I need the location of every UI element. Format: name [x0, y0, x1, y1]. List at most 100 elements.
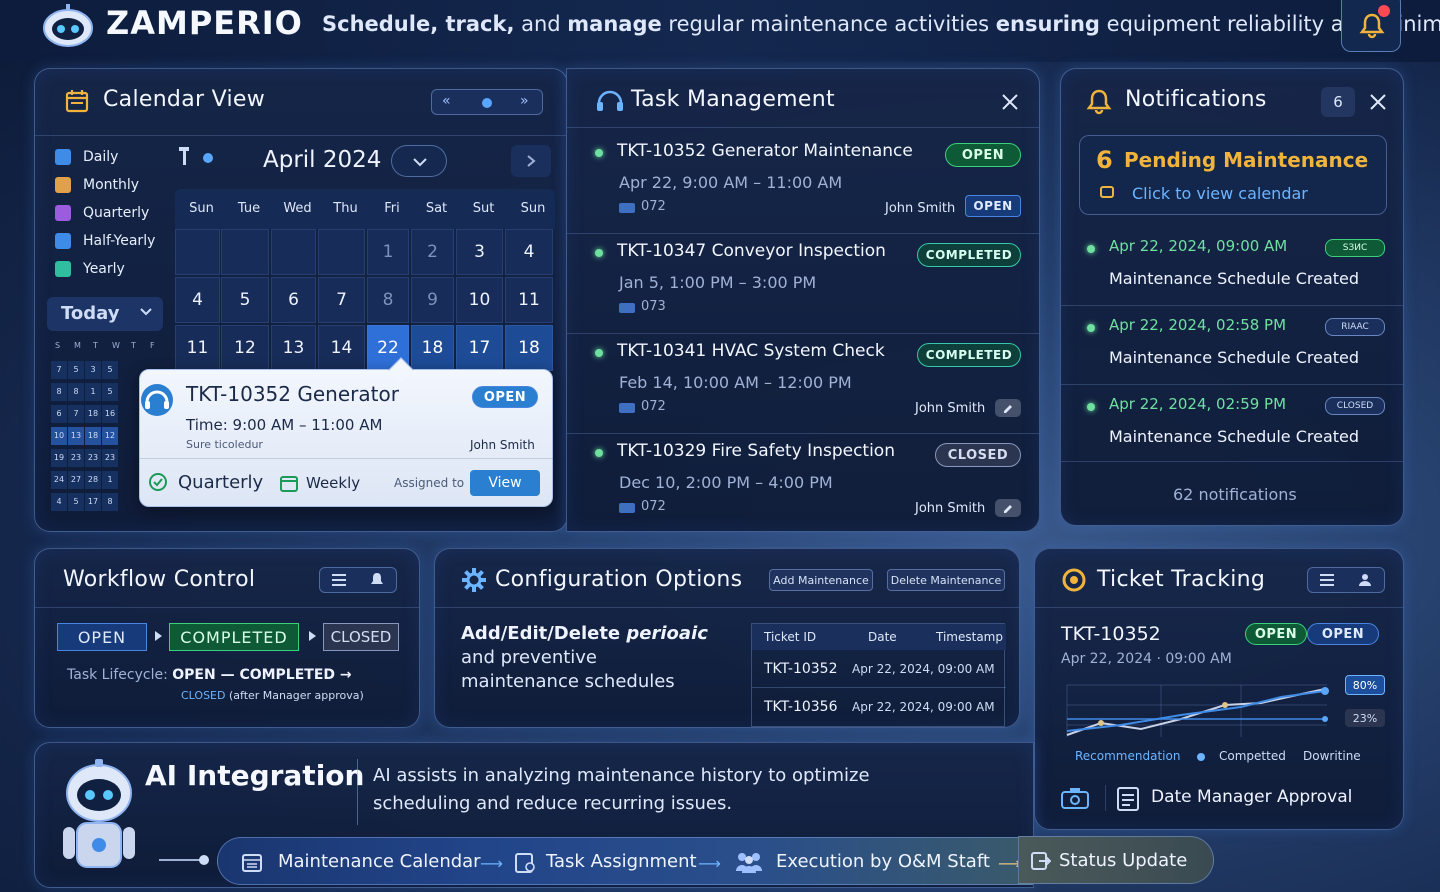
close-icon[interactable] — [1001, 93, 1019, 111]
active-dot-icon[interactable] — [482, 98, 492, 108]
filter-yearly[interactable]: Yearly — [55, 259, 175, 281]
flow-step-calendar[interactable]: Maintenance Calendar — [278, 851, 481, 872]
mini-day-cell[interactable]: 5 — [68, 493, 84, 511]
list-icon[interactable] — [1320, 574, 1334, 586]
status-update-segment[interactable]: Status Update — [1018, 836, 1214, 884]
mini-day-cell[interactable] — [119, 405, 135, 423]
mini-day-cell[interactable] — [119, 449, 135, 467]
step-closed[interactable]: CLOSED — [323, 623, 399, 651]
mini-day-cell[interactable]: 7 — [68, 405, 84, 423]
month-dropdown-button[interactable] — [391, 145, 447, 177]
table-row[interactable]: TKT-10352 Apr 22, 2024, 09:00 AM — [752, 650, 1006, 688]
calendar-day-cell[interactable]: 13 — [271, 325, 316, 371]
checkbox-quarterly[interactable] — [55, 205, 71, 221]
mini-day-cell[interactable]: 8 — [51, 383, 67, 401]
user-icon[interactable] — [1358, 573, 1372, 587]
calendar-day-cell[interactable]: 18 — [411, 325, 454, 371]
mini-day-cell[interactable]: 17 — [85, 493, 101, 511]
calendar-day-cell[interactable]: 1 — [367, 229, 409, 275]
checkbox-yearly[interactable] — [55, 261, 71, 277]
filter-monthly[interactable]: Monthly — [55, 175, 175, 197]
checkbox-monthly[interactable] — [55, 177, 71, 193]
month-toggle-icon[interactable] — [179, 147, 219, 167]
mini-day-cell[interactable]: 18 — [85, 427, 101, 445]
notification-item[interactable]: Apr 22, 2024, 02:59 PM CLOSED Maintenance … — [1061, 387, 1403, 465]
calendar-day-cell[interactable] — [271, 229, 316, 275]
task-item[interactable]: TKT-10352 Generator Maintenance OPEN Apr 2… — [567, 137, 1039, 235]
notification-item[interactable]: Apr 22, 2024, 02:58 PM RIAAC Maintenance S… — [1061, 308, 1403, 386]
filter-half-yearly[interactable]: Half-Yearly — [55, 231, 175, 253]
calendar-day-cell[interactable]: 18 — [505, 325, 553, 371]
mini-day-cell[interactable]: 19 — [51, 449, 67, 467]
mini-day-cell[interactable]: 3 — [85, 361, 101, 379]
task-item[interactable]: TKT-10347 Conveyor Inspection COMPLETED Ja… — [567, 237, 1039, 335]
mini-day-cell[interactable]: 24 — [51, 471, 67, 489]
forward-icon[interactable]: » — [520, 93, 529, 109]
mini-day-cell[interactable] — [119, 427, 135, 445]
calendar-day-cell[interactable]: 3 — [456, 229, 503, 275]
pending-card[interactable]: 6 Pending Maintenance Click to view cale… — [1079, 135, 1387, 215]
mini-day-cell[interactable]: 23 — [68, 449, 84, 467]
mini-day-cell[interactable]: 8 — [68, 383, 84, 401]
calendar-day-cell[interactable]: 4 — [175, 277, 220, 323]
today-select[interactable]: Today — [47, 297, 163, 331]
mini-day-cell[interactable]: 12 — [102, 427, 118, 445]
calendar-day-cell[interactable]: 17 — [456, 325, 503, 371]
mini-day-cell[interactable]: 5 — [102, 361, 118, 379]
mini-day-cell[interactable]: 8 — [102, 493, 118, 511]
calendar-day-cell[interactable]: 11 — [505, 277, 553, 323]
notification-bell-button[interactable] — [1341, 0, 1401, 52]
close-icon[interactable] — [1369, 93, 1387, 111]
mini-day-cell[interactable] — [119, 361, 135, 379]
mini-day-cell[interactable]: 6 — [51, 405, 67, 423]
mini-day-cell[interactable] — [119, 471, 135, 489]
step-completed[interactable]: COMPLETED — [169, 623, 299, 651]
next-month-button[interactable] — [511, 145, 551, 177]
mini-day-cell[interactable]: 18 — [85, 405, 101, 423]
popup-frequency-weekly[interactable]: Weekly — [306, 474, 360, 492]
popup-frequency-quarterly[interactable]: Quarterly — [178, 472, 263, 493]
edit-icon[interactable] — [995, 499, 1021, 517]
pending-link[interactable]: Click to view calendar — [1132, 184, 1308, 203]
mini-day-cell[interactable] — [119, 383, 135, 401]
mini-day-cell[interactable]: 13 — [68, 427, 84, 445]
checkbox-daily[interactable] — [55, 149, 71, 165]
calendar-day-cell[interactable] — [175, 229, 220, 275]
calendar-day-cell[interactable]: 7 — [318, 277, 365, 323]
notifications-footer[interactable]: 62 notifications — [1173, 485, 1297, 504]
bell-icon[interactable] — [370, 572, 384, 588]
edit-icon[interactable] — [995, 399, 1021, 417]
task-item[interactable]: TKT-10341 HVAC System Check COMPLETED Feb … — [567, 337, 1039, 435]
mini-day-cell[interactable]: 5 — [68, 361, 84, 379]
popup-view-button[interactable]: View — [470, 470, 540, 496]
mini-day-cell[interactable]: 10 — [51, 427, 67, 445]
calendar-day-cell[interactable]: 14 — [318, 325, 365, 371]
list-icon[interactable] — [332, 574, 346, 586]
mini-day-cell[interactable] — [119, 493, 135, 511]
calendar-day-cell[interactable]: 4 — [505, 229, 553, 275]
delete-maintenance-button[interactable]: Delete Maintenance — [887, 569, 1005, 591]
calendar-day-cell[interactable] — [318, 229, 365, 275]
mini-day-cell[interactable]: 1 — [85, 383, 101, 401]
flow-step-execution[interactable]: Execution by O&M Staft — [776, 851, 990, 872]
notification-item[interactable]: Apr 22, 2024, 09:00 AM SЗИС Maintenance Sc… — [1061, 229, 1403, 307]
calendar-day-cell[interactable]: 10 — [456, 277, 503, 323]
calendar-day-cell[interactable]: 9 — [411, 277, 454, 323]
mini-day-cell[interactable]: 5 — [102, 383, 118, 401]
checkbox-half-yearly[interactable] — [55, 233, 71, 249]
add-maintenance-button[interactable]: Add Maintenance — [769, 569, 873, 591]
calendar-day-cell[interactable]: 2 — [411, 229, 454, 275]
calendar-day-cell[interactable]: 11 — [175, 325, 220, 371]
mini-day-cell[interactable]: 27 — [68, 471, 84, 489]
flow-step-assignment[interactable]: Task Assignment — [546, 851, 697, 872]
step-open[interactable]: OPEN — [57, 623, 147, 651]
mini-day-cell[interactable]: 7 — [51, 361, 67, 379]
mini-day-cell[interactable]: 23 — [102, 449, 118, 467]
approval-label[interactable]: Date Manager Approval — [1151, 787, 1352, 807]
calendar-day-cell[interactable]: 12 — [221, 325, 269, 371]
filter-daily[interactable]: Daily — [55, 147, 175, 169]
calendar-day-cell[interactable]: 5 — [221, 277, 269, 323]
calendar-day-cell[interactable]: 8 — [367, 277, 409, 323]
mini-day-cell[interactable]: 4 — [51, 493, 67, 511]
mini-day-cell[interactable]: 1 — [102, 471, 118, 489]
